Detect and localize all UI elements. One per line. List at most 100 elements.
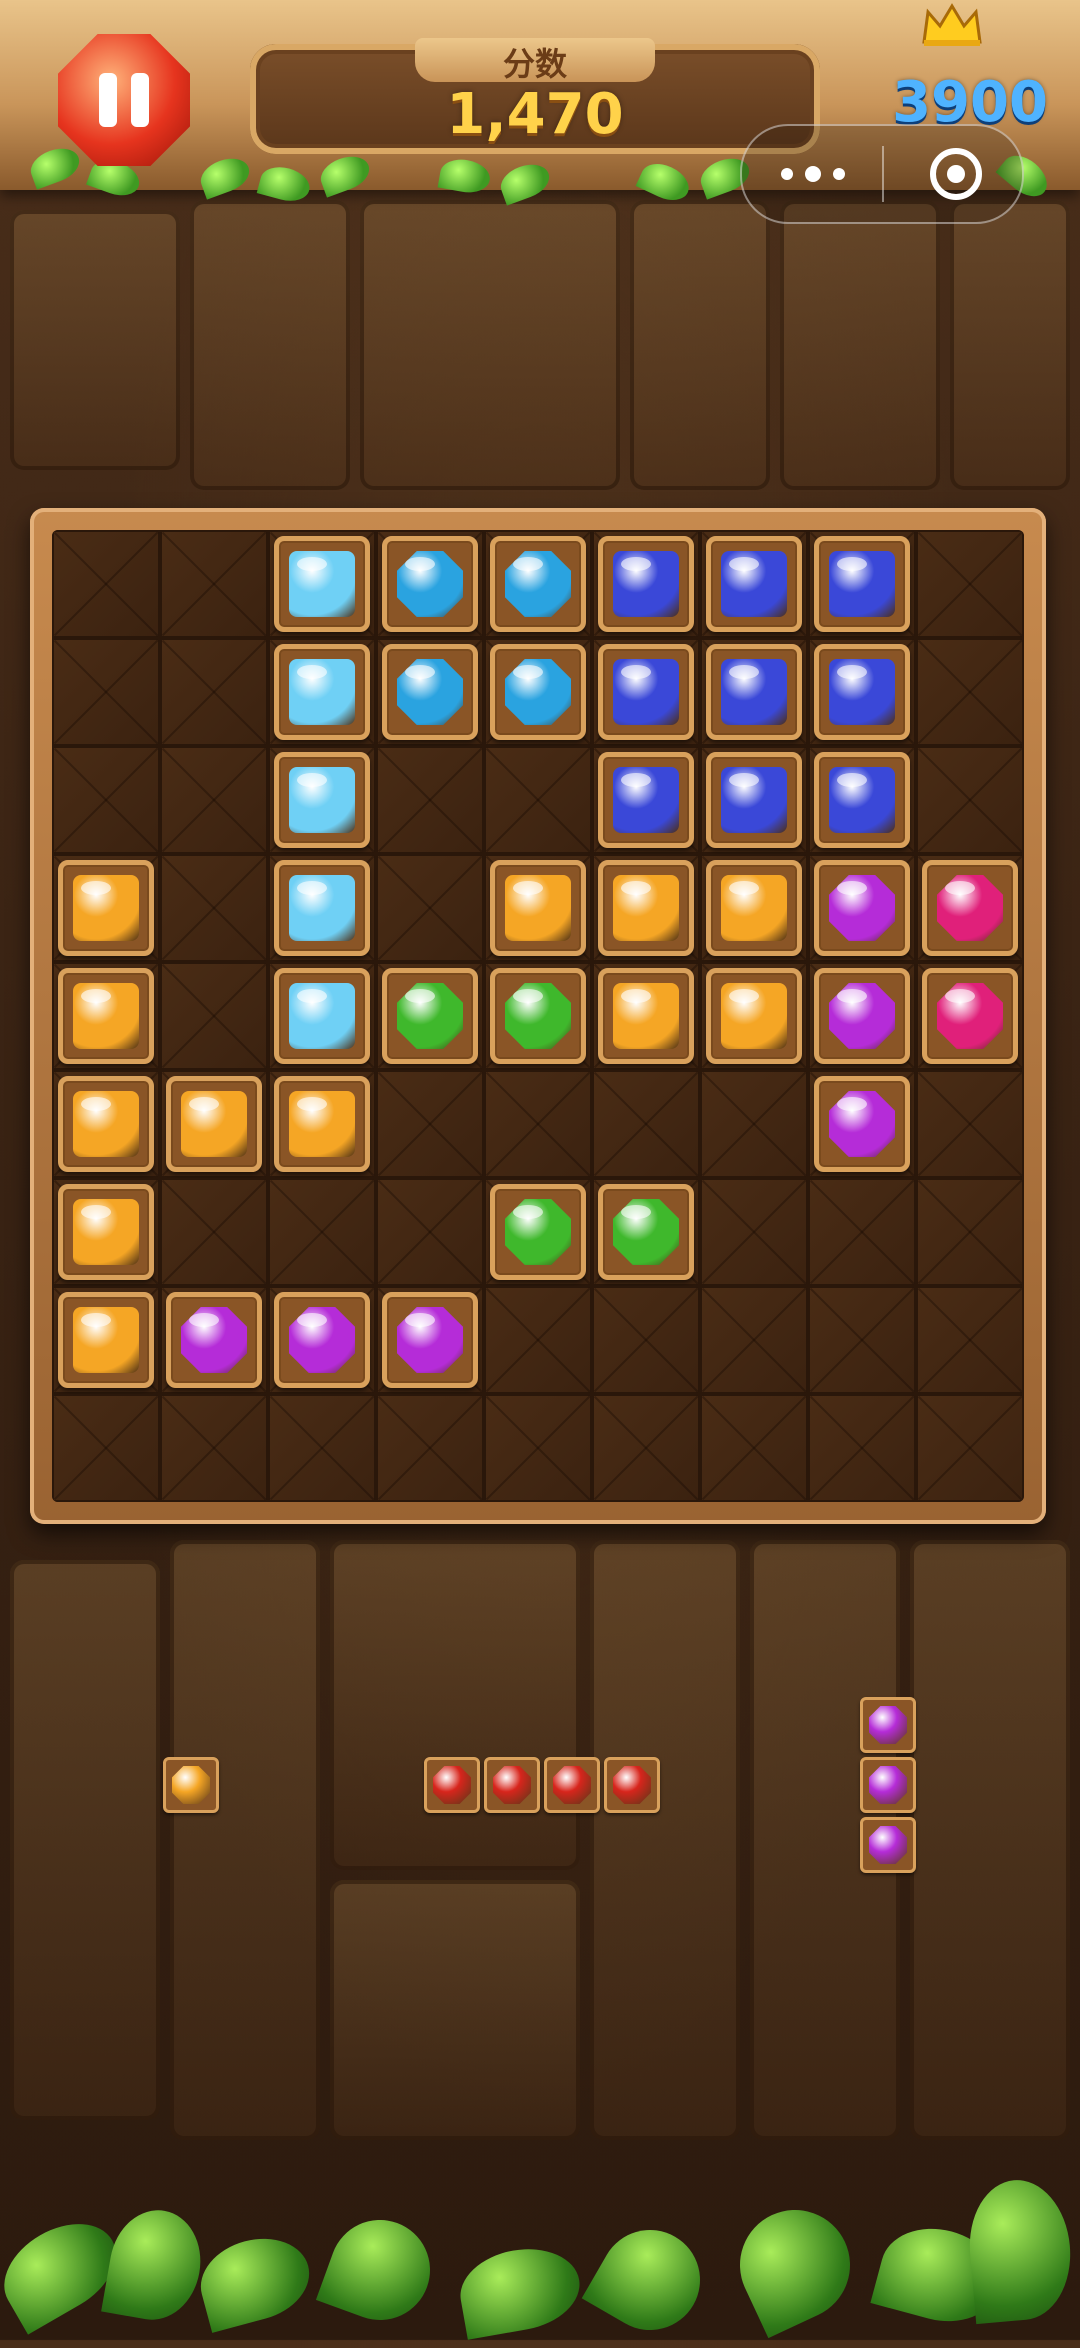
gem-navy bbox=[814, 644, 910, 740]
tray-piece-purple-block[interactable] bbox=[860, 1697, 916, 1753]
foliage-leaf bbox=[453, 2240, 587, 2340]
gem-orange bbox=[598, 860, 694, 956]
wall-slab bbox=[330, 1540, 580, 1870]
board-cell[interactable] bbox=[808, 1286, 916, 1394]
tray-piece-orange-block[interactable] bbox=[163, 1757, 219, 1813]
board-cell[interactable] bbox=[376, 1394, 484, 1502]
gem-cyan bbox=[274, 644, 370, 740]
wall-slab bbox=[590, 1540, 740, 2140]
board-cell[interactable] bbox=[700, 1070, 808, 1178]
board-cell[interactable] bbox=[52, 638, 160, 746]
wall-slab bbox=[630, 200, 770, 490]
board-cell[interactable] bbox=[160, 1394, 268, 1502]
capsule-divider bbox=[882, 146, 884, 202]
gem-navy bbox=[814, 536, 910, 632]
gem-purple bbox=[166, 1292, 262, 1388]
board-cell[interactable] bbox=[268, 1178, 376, 1286]
board-cell[interactable] bbox=[160, 1178, 268, 1286]
mini-program-capsule bbox=[740, 124, 1024, 224]
board-cell[interactable] bbox=[916, 530, 1024, 638]
gem-orange bbox=[58, 968, 154, 1064]
pause-icon bbox=[99, 73, 149, 127]
crown-icon bbox=[922, 3, 982, 46]
gem-navy bbox=[706, 752, 802, 848]
board-cell[interactable] bbox=[808, 1394, 916, 1502]
gem-navy bbox=[706, 536, 802, 632]
board-cell[interactable] bbox=[484, 746, 592, 854]
gem-magenta bbox=[922, 860, 1018, 956]
board-cell[interactable] bbox=[916, 1070, 1024, 1178]
gem-navy bbox=[814, 752, 910, 848]
wall-slab bbox=[170, 1540, 320, 2140]
board-cell[interactable] bbox=[484, 1394, 592, 1502]
board-cell[interactable] bbox=[160, 746, 268, 854]
board-cell[interactable] bbox=[592, 1394, 700, 1502]
board-cell[interactable] bbox=[484, 1070, 592, 1178]
tray-piece-purple-block[interactable] bbox=[860, 1757, 916, 1813]
board-cell[interactable] bbox=[160, 638, 268, 746]
board-cell[interactable] bbox=[592, 1286, 700, 1394]
gem-purple bbox=[274, 1292, 370, 1388]
wall-slab bbox=[780, 200, 940, 490]
board-cell[interactable] bbox=[484, 1286, 592, 1394]
gem-purple bbox=[382, 1292, 478, 1388]
pause-button[interactable] bbox=[58, 34, 190, 166]
gem-blue bbox=[490, 536, 586, 632]
board-cell[interactable] bbox=[52, 530, 160, 638]
foliage-leaf bbox=[191, 2227, 319, 2333]
board-cell[interactable] bbox=[160, 530, 268, 638]
tray-piece-red-block[interactable] bbox=[424, 1757, 480, 1813]
board-cell[interactable] bbox=[268, 1394, 376, 1502]
tray-piece-red-block[interactable] bbox=[604, 1757, 660, 1813]
gem-green bbox=[382, 968, 478, 1064]
tray-piece-red-block[interactable] bbox=[544, 1757, 600, 1813]
board-cell[interactable] bbox=[700, 1178, 808, 1286]
wall-slab bbox=[910, 1540, 1070, 2140]
board-cell[interactable] bbox=[376, 1178, 484, 1286]
game-board[interactable] bbox=[52, 530, 1024, 1502]
wall-slab bbox=[10, 1560, 160, 2120]
foliage-leaf bbox=[721, 2191, 869, 2339]
gem-magenta bbox=[922, 968, 1018, 1064]
gem-purple bbox=[814, 968, 910, 1064]
bottom-foliage bbox=[0, 2150, 1080, 2348]
gem-navy bbox=[598, 644, 694, 740]
gem-orange bbox=[58, 1184, 154, 1280]
board-cell[interactable] bbox=[376, 854, 484, 962]
board-cell[interactable] bbox=[916, 638, 1024, 746]
tray-piece-purple-block[interactable] bbox=[860, 1817, 916, 1873]
board-cell[interactable] bbox=[916, 746, 1024, 854]
score-value: 1,470 bbox=[446, 82, 624, 147]
board-cell[interactable] bbox=[376, 1070, 484, 1178]
foliage-leaf bbox=[581, 2211, 719, 2348]
tray-piece-red-block[interactable] bbox=[484, 1757, 540, 1813]
gem-orange bbox=[58, 860, 154, 956]
board-cell[interactable] bbox=[700, 1286, 808, 1394]
board-cell[interactable] bbox=[592, 1070, 700, 1178]
score-label: 分数 bbox=[502, 45, 567, 83]
gem-cyan bbox=[274, 752, 370, 848]
board-cell[interactable] bbox=[160, 854, 268, 962]
gem-cyan bbox=[274, 968, 370, 1064]
board-cell[interactable] bbox=[376, 746, 484, 854]
board-cell[interactable] bbox=[700, 1394, 808, 1502]
board-cell[interactable] bbox=[160, 962, 268, 1070]
close-target-icon[interactable] bbox=[930, 148, 982, 200]
board-cell[interactable] bbox=[808, 1178, 916, 1286]
gem-blue bbox=[382, 536, 478, 632]
board-cell[interactable] bbox=[916, 1178, 1024, 1286]
foliage-leaf bbox=[964, 2175, 1076, 2325]
board-cell[interactable] bbox=[916, 1286, 1024, 1394]
gem-blue bbox=[382, 644, 478, 740]
gem-cyan bbox=[274, 860, 370, 956]
gem-orange bbox=[706, 860, 802, 956]
board-cell[interactable] bbox=[52, 1394, 160, 1502]
more-dots-icon[interactable] bbox=[778, 156, 848, 192]
wall-slab bbox=[10, 210, 180, 470]
foliage-leaf bbox=[101, 2203, 209, 2327]
board-cell[interactable] bbox=[916, 1394, 1024, 1502]
gem-orange bbox=[706, 968, 802, 1064]
wall-slab bbox=[360, 200, 620, 490]
board-cell[interactable] bbox=[52, 746, 160, 854]
gem-green bbox=[598, 1184, 694, 1280]
